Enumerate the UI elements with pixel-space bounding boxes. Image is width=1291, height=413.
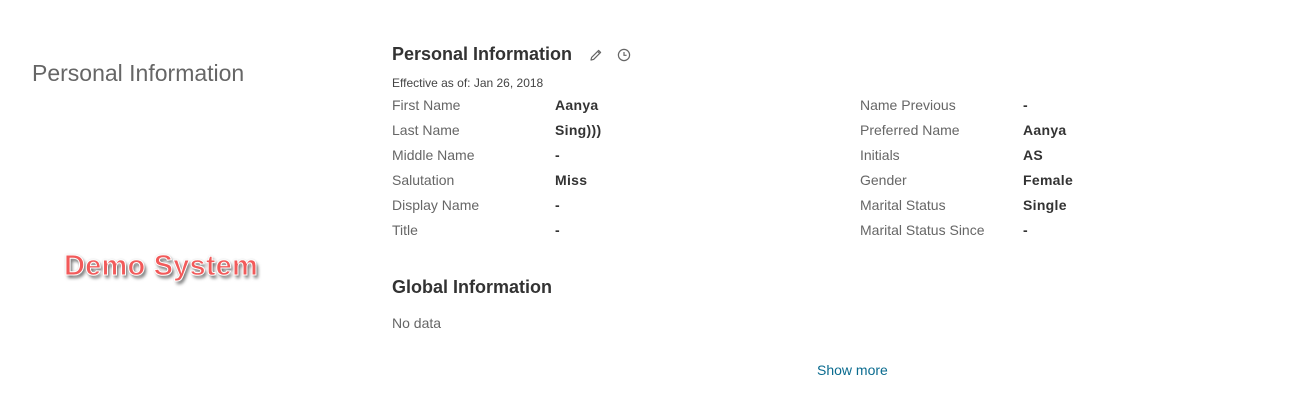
field-row-gender: Gender Female: [860, 172, 1073, 197]
field-value: -: [1023, 222, 1028, 238]
page-title: Personal Information: [32, 60, 245, 86]
field-row-marital-status: Marital Status Single: [860, 197, 1073, 222]
global-information-title: Global Information: [392, 277, 552, 297]
field-label: Display Name: [392, 197, 480, 213]
field-label: First Name: [392, 97, 461, 113]
field-label: Gender: [860, 172, 907, 188]
field-label: Name Previous: [860, 97, 956, 113]
right-field-column: Name Previous - Preferred Name Aanya Ini…: [860, 97, 1073, 247]
field-label: Salutation: [392, 172, 455, 188]
field-value: Aanya: [1023, 122, 1067, 138]
effective-date: Effective as of: Jan 26, 2018: [392, 76, 544, 90]
field-value: Miss: [555, 172, 588, 188]
field-row-display-name: Display Name -: [392, 197, 601, 222]
field-row-initials: Initials AS: [860, 147, 1073, 172]
global-no-data: No data: [392, 315, 442, 331]
field-row-name-previous: Name Previous -: [860, 97, 1073, 122]
field-label: Middle Name: [392, 147, 475, 163]
field-value: Female: [1023, 172, 1074, 188]
field-value: Single: [1023, 197, 1067, 213]
field-row-last-name: Last Name Sing))): [392, 122, 601, 147]
field-value: AS: [1023, 147, 1044, 163]
field-label: Marital Status Since: [860, 222, 985, 238]
field-row-middle-name: Middle Name -: [392, 147, 601, 172]
field-label: Preferred Name: [860, 122, 960, 138]
field-value: Sing))): [555, 122, 602, 138]
clock-icon[interactable]: [616, 47, 632, 63]
field-value: -: [555, 197, 560, 213]
field-label: Title: [392, 222, 418, 238]
personal-info-header: Personal Information: [392, 44, 632, 65]
field-label: Marital Status: [860, 197, 946, 213]
field-row-first-name: First Name Aanya: [392, 97, 601, 122]
section-title: Personal Information: [392, 44, 573, 64]
show-more-link[interactable]: Show more: [817, 362, 888, 378]
field-row-salutation: Salutation Miss: [392, 172, 601, 197]
field-value: Aanya: [555, 97, 599, 113]
field-label: Last Name: [392, 122, 460, 138]
field-value: -: [1023, 97, 1028, 113]
left-field-column: First Name Aanya Last Name Sing))) Middl…: [392, 97, 601, 247]
demo-system-watermark: Demo System: [64, 250, 259, 283]
field-label: Initials: [860, 147, 900, 163]
field-row-preferred-name: Preferred Name Aanya: [860, 122, 1073, 147]
field-row-title: Title -: [392, 222, 601, 247]
field-value: -: [555, 147, 560, 163]
field-value: -: [555, 222, 560, 238]
field-row-marital-status-since: Marital Status Since -: [860, 222, 1073, 247]
pencil-icon[interactable]: [588, 47, 604, 63]
